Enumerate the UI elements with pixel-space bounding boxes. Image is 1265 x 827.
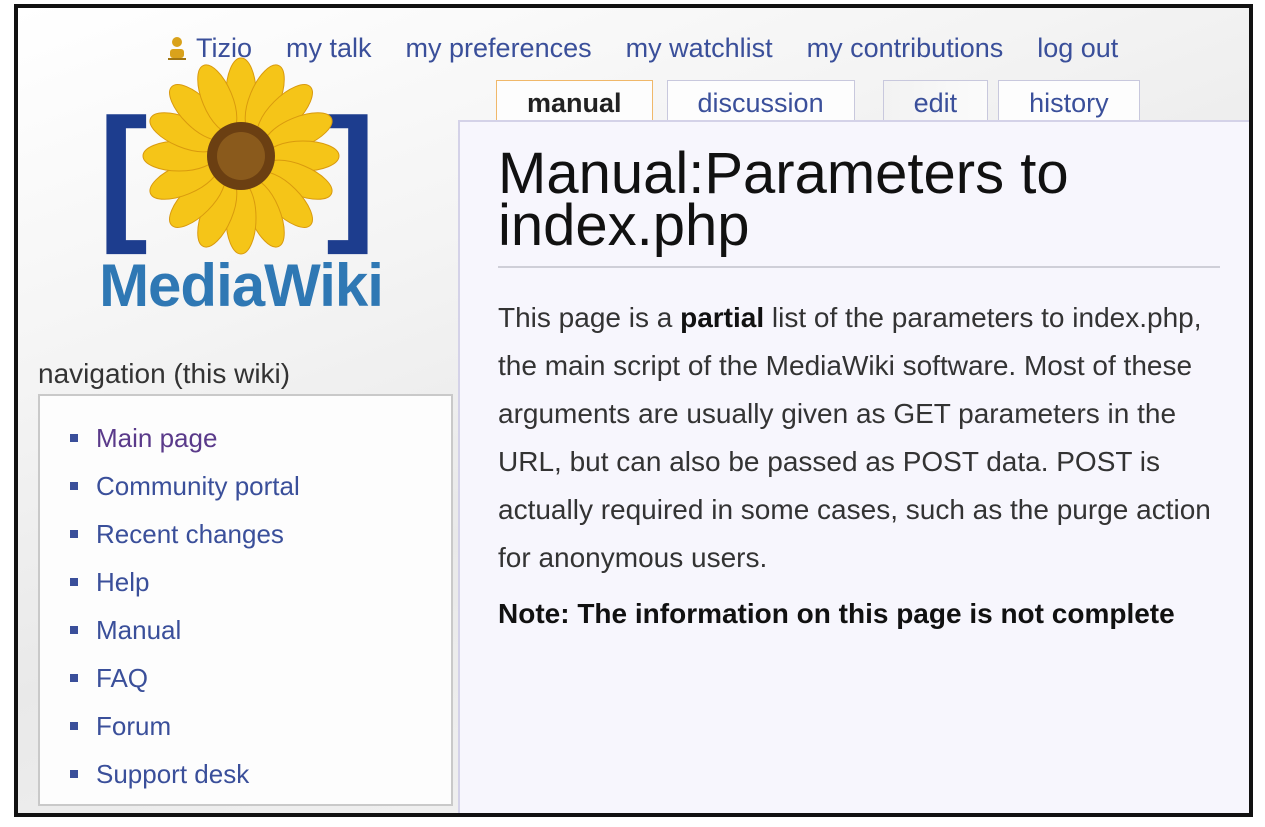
sidebar-item-label[interactable]: Help (96, 567, 149, 598)
sidebar-item-label[interactable]: Manual (96, 615, 181, 646)
bullet-icon (70, 578, 78, 586)
screenshot-frame: Tizio my talk my preferences my watchlis… (14, 4, 1253, 817)
sidebar-item-forum[interactable]: Forum (70, 702, 451, 750)
sidebar-item-label[interactable]: Community portal (96, 471, 300, 502)
navigation-heading: navigation (this wiki) (38, 358, 291, 389)
intro-bold-word: partial (680, 302, 765, 333)
sidebar-item-community-portal[interactable]: Community portal (70, 462, 451, 510)
incomplete-note: Note: The information on this page is no… (498, 598, 1175, 629)
bullet-icon (70, 530, 78, 538)
page-title: Manual:Parameters to index.php (498, 145, 1220, 268)
my-contributions-link[interactable]: my contributions (807, 33, 1004, 64)
sidebar-item-label[interactable]: Support desk (96, 759, 249, 790)
sidebar-item-help[interactable]: Help (70, 558, 451, 606)
navigation-portlet: Main page Community portal Recent change… (38, 394, 453, 806)
sunflower-icon (142, 57, 340, 255)
bullet-icon (70, 722, 78, 730)
bullet-icon (70, 770, 78, 778)
sidebar-item-main-page[interactable]: Main page (70, 414, 451, 462)
sidebar-item-label[interactable]: Main page (96, 423, 217, 454)
bullet-icon (70, 482, 78, 490)
sidebar-item-support-desk[interactable]: Support desk (70, 750, 451, 798)
logo-text: MediaWiki (99, 252, 384, 319)
log-out-link[interactable]: log out (1037, 33, 1118, 64)
my-watchlist-link[interactable]: my watchlist (626, 33, 773, 64)
bullet-icon (70, 434, 78, 442)
bullet-icon (70, 674, 78, 682)
sidebar-item-faq[interactable]: FAQ (70, 654, 451, 702)
content-area: Manual:Parameters to index.php This page… (458, 120, 1249, 813)
my-preferences-link[interactable]: my preferences (406, 33, 592, 64)
site-logo[interactable]: [ ] MediaWiki (76, 36, 406, 326)
sidebar-item-label[interactable]: Forum (96, 711, 171, 742)
bullet-icon (70, 626, 78, 634)
sidebar-item-label[interactable]: FAQ (96, 663, 148, 694)
intro-text-end: list of the parameters to index.php, the… (498, 302, 1211, 573)
sidebar-item-recent-changes[interactable]: Recent changes (70, 510, 451, 558)
intro-text-start: This page is a (498, 302, 681, 333)
navigation-list: Main page Community portal Recent change… (70, 414, 451, 798)
sidebar-item-manual[interactable]: Manual (70, 606, 451, 654)
intro-paragraph: This page is a partial list of the param… (498, 294, 1228, 582)
sidebar-item-label[interactable]: Recent changes (96, 519, 284, 550)
